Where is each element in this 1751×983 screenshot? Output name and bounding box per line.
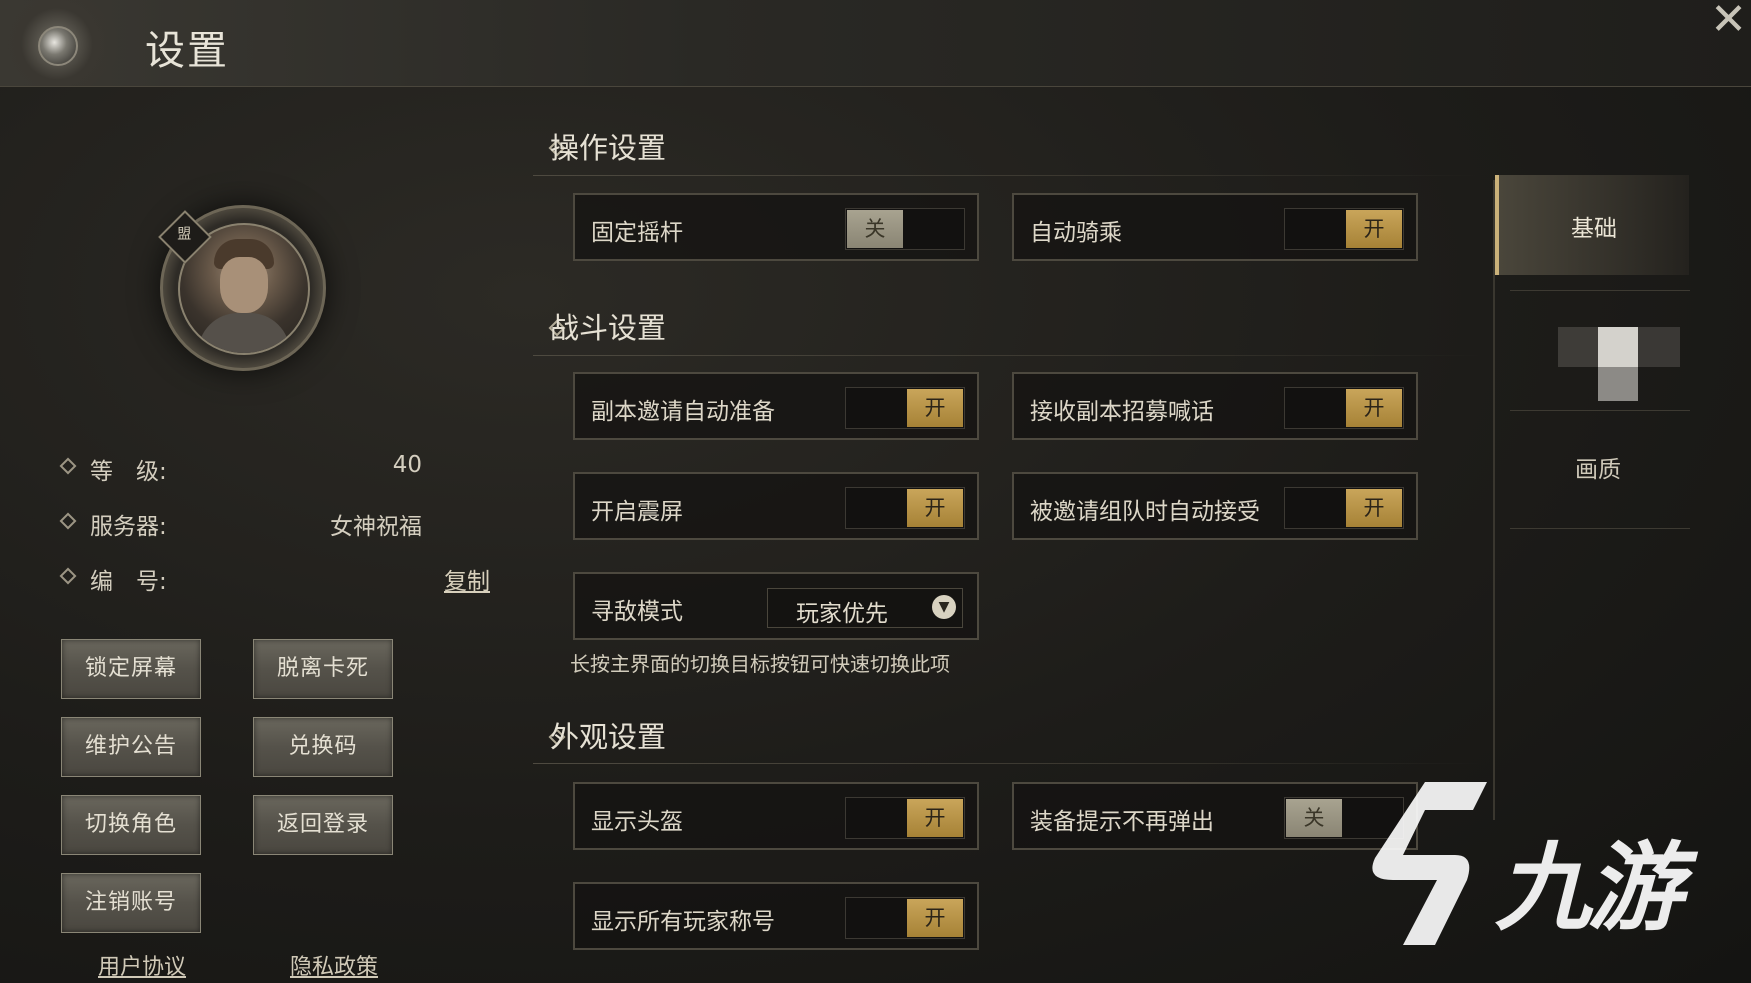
- unstuck-button[interactable]: 脱离卡死: [253, 639, 393, 699]
- level-label: 等 级:: [90, 459, 167, 485]
- divider: [533, 175, 1483, 176]
- toggle-dungeon-auto-ready[interactable]: 开: [845, 387, 965, 429]
- copy-link[interactable]: 复制: [444, 562, 490, 596]
- jiuyou-logo-icon: [1372, 782, 1487, 945]
- tab-hidden[interactable]: [1558, 327, 1682, 401]
- user-agreement-link[interactable]: 用户协议: [98, 949, 186, 981]
- watermark-text: 九游: [1495, 832, 1683, 944]
- server-row: 服务器: 女神祝福: [59, 503, 492, 543]
- setting-auto-accept-team: 被邀请组队时自动接受 开: [1012, 472, 1418, 540]
- section-title-operation: 操作设置: [550, 131, 667, 165]
- divider: [533, 763, 1483, 764]
- setting-screen-shake: 开启震屏 开: [573, 472, 979, 540]
- divider: [1510, 410, 1690, 411]
- setting-show-player-titles: 显示所有玩家称号 开: [573, 882, 979, 950]
- id-label: 编 号:: [90, 569, 167, 595]
- toggle-fixed-joystick[interactable]: 关: [845, 208, 965, 250]
- tab-divider: [1493, 180, 1495, 820]
- target-mode-hint: 长按主界面的切换目标按钮可快速切换此项: [570, 652, 950, 676]
- server-label: 服务器:: [90, 514, 167, 540]
- tab-graphics[interactable]: 画质: [1575, 450, 1621, 484]
- section-title-combat: 战斗设置: [550, 311, 667, 345]
- divider: [1510, 528, 1690, 529]
- setting-fixed-joystick: 固定摇杆 关: [573, 193, 979, 261]
- page-title: 设置: [145, 28, 229, 74]
- id-row: 编 号: 复制: [59, 558, 492, 598]
- close-icon[interactable]: ✕: [1710, 0, 1747, 45]
- diamond-icon: [59, 512, 77, 530]
- server-value: 女神祝福: [330, 514, 422, 540]
- setting-target-mode: 寻敌模式 玩家优先 ▼: [573, 572, 979, 640]
- diamond-icon: [59, 457, 77, 475]
- divider: [533, 355, 1483, 356]
- switch-character-button[interactable]: 切换角色: [61, 795, 201, 855]
- diamond-icon: [59, 567, 77, 585]
- return-login-button[interactable]: 返回登录: [253, 795, 393, 855]
- toggle-auto-accept-team[interactable]: 开: [1284, 487, 1404, 529]
- setting-auto-ride: 自动骑乘 开: [1012, 193, 1418, 261]
- setting-dungeon-recruit-shout: 接收副本招募喊话 开: [1012, 372, 1418, 440]
- tab-basic[interactable]: 基础: [1495, 175, 1689, 275]
- header-bar: [0, 0, 1751, 87]
- setting-dungeon-auto-ready: 副本邀请自动准备 开: [573, 372, 979, 440]
- toggle-dungeon-recruit-shout[interactable]: 开: [1284, 387, 1404, 429]
- watermark: 九游: [1355, 780, 1735, 960]
- emblem-orb-icon: [38, 26, 78, 66]
- chevron-down-icon: ▼: [932, 595, 956, 619]
- target-mode-select[interactable]: 玩家优先 ▼: [767, 588, 963, 628]
- lock-screen-button[interactable]: 锁定屏幕: [61, 639, 201, 699]
- setting-show-helmet: 显示头盔 开: [573, 782, 979, 850]
- header-emblem: [0, 0, 135, 86]
- toggle-show-player-titles[interactable]: 开: [845, 897, 965, 939]
- toggle-auto-ride[interactable]: 开: [1284, 208, 1404, 250]
- toggle-show-helmet[interactable]: 开: [845, 797, 965, 839]
- level-value: 40: [392, 452, 422, 478]
- cancel-account-button[interactable]: 注销账号: [61, 873, 201, 933]
- level-row: 等 级: 40: [59, 448, 492, 488]
- redeem-code-button[interactable]: 兑换码: [253, 717, 393, 777]
- toggle-screen-shake[interactable]: 开: [845, 487, 965, 529]
- divider: [1510, 290, 1690, 291]
- section-title-appearance: 外观设置: [550, 720, 667, 754]
- maintenance-notice-button[interactable]: 维护公告: [61, 717, 201, 777]
- privacy-policy-link[interactable]: 隐私政策: [290, 949, 378, 981]
